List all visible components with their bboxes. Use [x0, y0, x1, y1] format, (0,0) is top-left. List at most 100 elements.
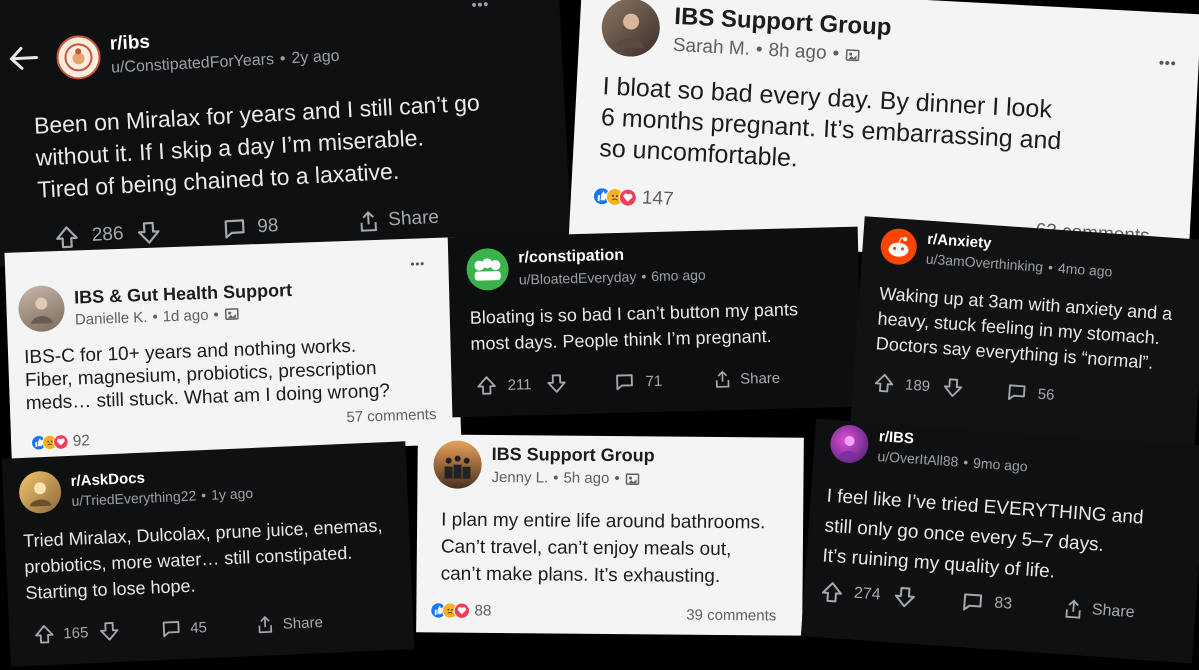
- separator-dot: •: [755, 39, 764, 61]
- upvote-count: 274: [853, 584, 882, 604]
- separator-dot: •: [832, 43, 840, 65]
- share-label: Share: [387, 206, 440, 231]
- post-card-raskdocs: r/AskDocs u/TriedEverything22 • 1y ago T…: [1, 441, 415, 667]
- user-photo-icon: [600, 0, 662, 59]
- separator-dot: •: [614, 470, 620, 488]
- community-name[interactable]: r/constipation: [518, 245, 705, 268]
- more-options-icon[interactable]: •••: [1159, 54, 1178, 71]
- separator-dot: •: [213, 305, 220, 324]
- comment-button[interactable]: [160, 617, 183, 640]
- reaction-count[interactable]: 88: [474, 602, 491, 620]
- username[interactable]: u/BloatedEveryday: [519, 268, 637, 287]
- post-text: I plan my entire life around bathrooms. …: [440, 509, 766, 587]
- comment-button[interactable]: [613, 371, 636, 394]
- post-text: Tried Miralax, Dulcolax, prune juice, en…: [22, 515, 383, 603]
- separator-dot: •: [962, 453, 969, 471]
- comment-count: 98: [256, 215, 279, 238]
- community-seal-icon: [55, 34, 102, 81]
- love-reaction-icon: [618, 188, 638, 208]
- separator-dot: •: [152, 308, 158, 326]
- group-photo-icon: [433, 440, 482, 489]
- upvote-count: 189: [904, 375, 931, 395]
- post-time: 2y ago: [291, 47, 340, 68]
- share-label: Share: [282, 613, 324, 633]
- share-button[interactable]: Share: [1061, 597, 1135, 624]
- upvote-count: 211: [507, 375, 532, 394]
- separator-dot: •: [200, 487, 207, 504]
- post-time: 5h ago: [563, 469, 610, 487]
- upvote-button[interactable]: [819, 579, 845, 605]
- separator-dot: •: [279, 50, 286, 68]
- upvote-button[interactable]: [33, 623, 56, 646]
- group-privacy-icon: [845, 49, 860, 62]
- comment-count[interactable]: 57 comments: [346, 406, 437, 426]
- share-button[interactable]: Share: [712, 368, 781, 390]
- post-card-ribs-2: r/IBS u/OverItAll88 • 9mo ago I feel lik…: [800, 418, 1199, 664]
- post-card-gut-health-danielle: ••• IBS & Gut Health Support Danielle K.…: [4, 237, 462, 460]
- post-text: Bloating is so bad I can’t button my pan…: [469, 299, 799, 354]
- user-photo-icon: [17, 284, 66, 333]
- downvote-button[interactable]: [98, 620, 121, 643]
- reaction-count[interactable]: 92: [72, 432, 90, 450]
- comment-count[interactable]: 39 comments: [686, 607, 776, 625]
- post-card-ribs: ••• r/ibs u/ConstipatedForYears • 2y ago…: [0, 0, 572, 268]
- comment-count: 45: [189, 618, 208, 637]
- downvote-button[interactable]: [892, 584, 918, 610]
- share-button[interactable]: Share: [254, 612, 323, 635]
- post-card-rconstipation: r/constipation u/BloatedEveryday • 6mo a…: [447, 226, 863, 418]
- comment-button[interactable]: [960, 589, 986, 615]
- username[interactable]: u/ConstipatedForYears: [111, 51, 275, 78]
- upvote-count: 165: [62, 623, 89, 642]
- more-options-icon[interactable]: •••: [410, 258, 425, 271]
- separator-dot: •: [553, 469, 559, 487]
- community-group-icon: [466, 247, 510, 291]
- comment-count: 83: [993, 594, 1013, 613]
- downvote-button[interactable]: [941, 376, 964, 399]
- comment-button[interactable]: [1005, 381, 1028, 404]
- back-arrow-icon[interactable]: [8, 44, 40, 77]
- author-name[interactable]: Jenny L.: [491, 469, 548, 486]
- reddit-alien-icon: [879, 227, 918, 266]
- post-time: 4mo ago: [1057, 259, 1113, 280]
- share-icon: [715, 370, 730, 388]
- reaction-count[interactable]: 147: [641, 187, 674, 211]
- share-label: Share: [1091, 601, 1136, 622]
- post-time: 1d ago: [162, 306, 209, 325]
- post-time: 1y ago: [210, 484, 254, 503]
- post-time: 9mo ago: [972, 454, 1029, 475]
- author-name[interactable]: Danielle K.: [75, 308, 148, 328]
- separator-dot: •: [1047, 259, 1054, 276]
- post-text: Been on Miralax for years and I still ca…: [33, 89, 481, 203]
- post-text: I bloat so bad every day. By dinner I lo…: [598, 72, 1063, 173]
- share-icon: [1064, 599, 1081, 619]
- downvote-button[interactable]: [545, 372, 568, 395]
- love-reaction-icon: [52, 433, 69, 450]
- comment-count: 56: [1037, 385, 1056, 404]
- post-text: IBS-C for 10+ years and nothing works. F…: [23, 335, 391, 415]
- upvote-button[interactable]: [872, 371, 895, 394]
- group-name[interactable]: IBS Support Group: [492, 444, 655, 466]
- share-icon: [258, 615, 272, 634]
- share-button[interactable]: Share: [356, 206, 440, 234]
- upvote-count: 286: [91, 223, 125, 246]
- author-name[interactable]: Sarah M.: [672, 35, 750, 61]
- group-privacy-icon: [224, 308, 239, 320]
- post-card-ranxiety: r/Anxiety u/3amOverthinking • 4mo ago Wa…: [850, 216, 1199, 450]
- user-avatar-icon: [18, 470, 63, 515]
- comment-count: 71: [645, 372, 663, 390]
- post-text: I feel like I’ve tried EVERYTHING and st…: [821, 485, 1145, 583]
- post-time: 8h ago: [767, 39, 828, 64]
- share-label: Share: [739, 369, 781, 388]
- username[interactable]: u/OverItAll88: [877, 448, 959, 470]
- share-icon: [360, 210, 377, 232]
- separator-dot: •: [641, 268, 647, 285]
- post-text: Waking up at 3am with anxiety and a heav…: [875, 283, 1173, 373]
- group-privacy-icon: [625, 472, 640, 485]
- more-options-icon[interactable]: •••: [471, 0, 490, 13]
- downvote-button[interactable]: [135, 219, 162, 246]
- upvote-button[interactable]: [53, 224, 80, 251]
- comment-button[interactable]: [221, 215, 248, 242]
- username[interactable]: u/TriedEverything22: [71, 487, 196, 508]
- upvote-button[interactable]: [475, 374, 498, 397]
- post-time: 6mo ago: [651, 266, 706, 285]
